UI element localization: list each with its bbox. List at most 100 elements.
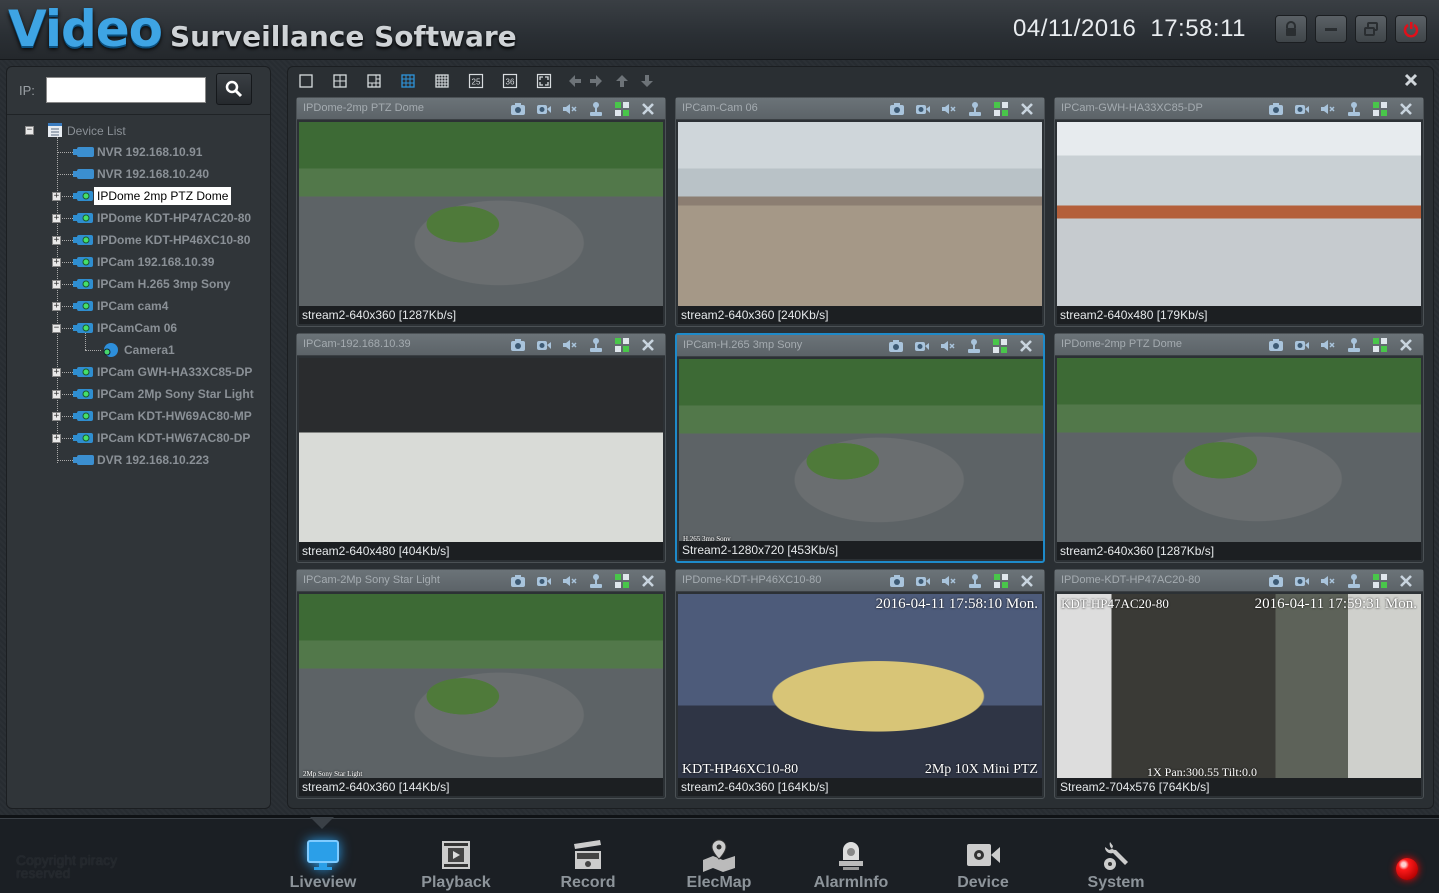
power-button[interactable]	[1395, 15, 1427, 43]
device-item[interactable]: + IPDome KDT-HP46XC10-80	[7, 229, 270, 251]
nav-alarminfo[interactable]: AlarmInfo	[801, 838, 901, 893]
mute-button[interactable]	[1319, 337, 1337, 353]
record-button[interactable]	[1293, 337, 1311, 353]
ip-input[interactable]	[46, 77, 206, 103]
device-item[interactable]: + IPCam 2Mp Sony Star Light	[7, 383, 270, 405]
tree-root[interactable]: − Device List	[7, 119, 270, 141]
device-item[interactable]: + IPCam GWH-HA33XC85-DP	[7, 361, 270, 383]
close-tile-button[interactable]	[639, 101, 657, 117]
ptz-button[interactable]	[966, 101, 984, 117]
record-button[interactable]	[535, 101, 553, 117]
expand-toggle[interactable]: +	[52, 214, 61, 223]
ip-search-button[interactable]	[216, 73, 252, 105]
close-tile-button[interactable]	[1017, 338, 1035, 354]
layout-button[interactable]	[992, 573, 1010, 589]
collapse-toggle[interactable]: −	[25, 126, 34, 135]
move-down-button[interactable]	[639, 73, 655, 89]
ptz-button[interactable]	[587, 573, 605, 589]
video-tile[interactable]: IPDome-2mp PTZ Dome stream2-640x360 [1287…	[1054, 333, 1424, 563]
mute-button[interactable]	[561, 101, 579, 117]
layout-1-button[interactable]	[298, 73, 314, 89]
record-button[interactable]	[914, 101, 932, 117]
layout-9-button[interactable]	[400, 73, 416, 89]
mute-button[interactable]	[561, 337, 579, 353]
layout-16-button[interactable]	[434, 73, 450, 89]
expand-toggle[interactable]: +	[52, 236, 61, 245]
video-tile[interactable]: IPDome-2mp PTZ Dome stream2-640x360 [1287…	[296, 97, 666, 327]
nav-system[interactable]: System	[1066, 838, 1166, 893]
expand-toggle[interactable]: +	[52, 390, 61, 399]
close-tile-button[interactable]	[639, 337, 657, 353]
minimize-button[interactable]	[1315, 15, 1347, 43]
expand-toggle[interactable]: +	[52, 280, 61, 289]
ptz-button[interactable]	[587, 337, 605, 353]
layout-4-button[interactable]	[332, 73, 348, 89]
close-tile-button[interactable]	[1018, 101, 1036, 117]
ptz-button[interactable]	[966, 573, 984, 589]
video-tile[interactable]: IPCam-192.168.10.39 stream2-640x480 [404K…	[296, 333, 666, 563]
device-item[interactable]: + IPCam KDT-HW69AC80-MP	[7, 405, 270, 427]
close-tile-button[interactable]	[1018, 573, 1036, 589]
snapshot-button[interactable]	[1267, 337, 1285, 353]
device-item[interactable]: − IPCamCam 06	[7, 317, 270, 339]
record-button[interactable]	[535, 337, 553, 353]
ptz-button[interactable]	[1345, 101, 1363, 117]
layout-36-button[interactable]: 36	[502, 73, 518, 89]
nav-device[interactable]: Device	[933, 838, 1033, 893]
layout-button[interactable]	[1371, 573, 1389, 589]
expand-toggle[interactable]: +	[52, 302, 61, 311]
video-feed[interactable]	[1057, 358, 1421, 544]
layout-button[interactable]	[992, 101, 1010, 117]
device-item[interactable]: DVR 192.168.10.223	[7, 449, 270, 471]
video-tile[interactable]: IPDome-KDT-HP47AC20-80 KDT-HP47AC20-80 201…	[1054, 569, 1424, 799]
video-feed[interactable]	[1057, 122, 1421, 308]
mute-button[interactable]	[1319, 573, 1337, 589]
mute-button[interactable]	[940, 101, 958, 117]
device-child-item[interactable]: Camera1	[7, 333, 270, 361]
close-tile-button[interactable]	[1397, 573, 1415, 589]
layout-25-button[interactable]: 25	[468, 73, 484, 89]
expand-toggle[interactable]: +	[52, 434, 61, 443]
nav-liveview[interactable]: Liveview	[273, 838, 373, 893]
restore-button[interactable]	[1355, 15, 1387, 43]
record-button[interactable]	[1293, 101, 1311, 117]
snapshot-button[interactable]	[509, 573, 527, 589]
video-feed[interactable]: 2Mp Sony Star Light	[299, 594, 663, 780]
layout-button[interactable]	[1371, 337, 1389, 353]
record-button[interactable]	[913, 338, 931, 354]
collapse-toggle[interactable]: −	[52, 324, 61, 333]
close-tile-button[interactable]	[639, 573, 657, 589]
snapshot-button[interactable]	[1267, 573, 1285, 589]
layout-6-button[interactable]	[366, 73, 382, 89]
record-button[interactable]	[535, 573, 553, 589]
ptz-button[interactable]	[1345, 573, 1363, 589]
expand-toggle[interactable]: +	[52, 412, 61, 421]
move-up-button[interactable]	[614, 73, 630, 89]
device-item[interactable]: + IPDome KDT-HP47AC20-80	[7, 207, 270, 229]
device-item[interactable]: + IPDome 2mp PTZ Dome	[7, 185, 270, 207]
mute-button[interactable]	[561, 573, 579, 589]
nav-record[interactable]: Record	[538, 838, 638, 893]
device-item[interactable]: + IPCam H.265 3mp Sony	[7, 273, 270, 295]
ptz-button[interactable]	[587, 101, 605, 117]
next-page-button[interactable]	[588, 73, 604, 89]
video-tile[interactable]: IPCam-Cam 06 stream2-640x360 [240Kb/s]	[675, 97, 1045, 327]
nav-elecmap[interactable]: ElecMap	[669, 838, 769, 893]
expand-toggle[interactable]: +	[52, 368, 61, 377]
layout-button[interactable]	[613, 337, 631, 353]
video-tile[interactable]: IPCam-GWH-HA33XC85-DP stream2-640x480 [17…	[1054, 97, 1424, 327]
expand-toggle[interactable]: +	[52, 192, 61, 201]
record-button[interactable]	[914, 573, 932, 589]
layout-button[interactable]	[613, 101, 631, 117]
device-item[interactable]: + IPCam 192.168.10.39	[7, 251, 270, 273]
fullscreen-button[interactable]	[536, 73, 552, 89]
ptz-button[interactable]	[1345, 337, 1363, 353]
video-tile[interactable]: IPCam-2Mp Sony Star Light 2Mp Sony Star L…	[296, 569, 666, 799]
video-feed[interactable]	[299, 122, 663, 308]
close-tile-button[interactable]	[1397, 337, 1415, 353]
snapshot-button[interactable]	[888, 101, 906, 117]
video-feed[interactable]: 2016-04-11 17:58:10 Mon. KDT-HP46XC10-80 2…	[678, 594, 1042, 780]
mute-button[interactable]	[939, 338, 957, 354]
video-tile[interactable]: IPCam-H.265 3mp Sony H.265 3mp Sony Stream…	[675, 333, 1045, 563]
ptz-button[interactable]	[965, 338, 983, 354]
